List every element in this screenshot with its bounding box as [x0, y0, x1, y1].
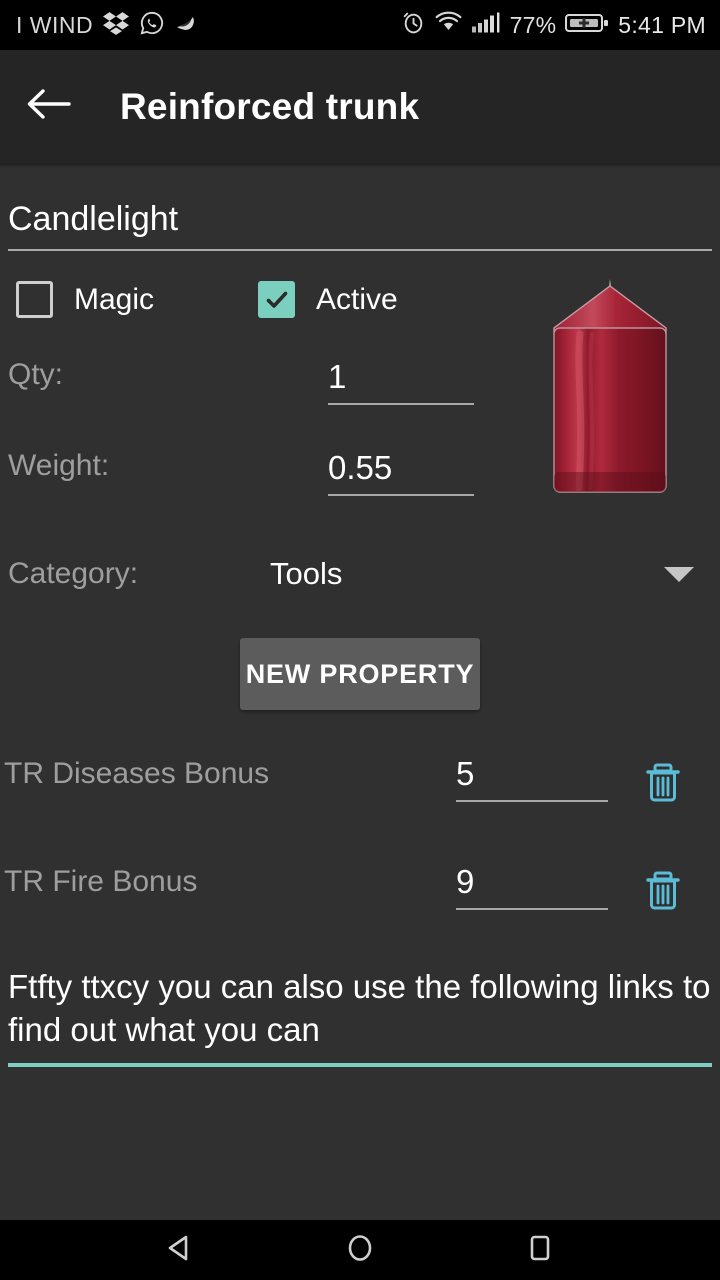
- delete-property-button[interactable]: [638, 755, 688, 812]
- weight-label: Weight:: [8, 449, 110, 482]
- swiftkey-icon: [175, 11, 203, 40]
- weight-row: Weight: 0.55: [8, 449, 488, 496]
- checkbox-checked-icon: [258, 281, 296, 318]
- nav-back-icon: [163, 1231, 197, 1270]
- status-bar-right: 77% 5:41 PM: [401, 10, 706, 40]
- checkbox-active-label: Active: [316, 282, 398, 316]
- app-screen: I WIND 77% 5:41 PM Reinforced trunk Cand…: [0, 0, 720, 1280]
- weight-value: 0.55: [328, 449, 393, 486]
- qty-label: Qty:: [8, 358, 64, 391]
- notes-underline-focused: [8, 1063, 712, 1067]
- delete-property-button[interactable]: [638, 863, 688, 920]
- checkbox-active[interactable]: Active: [258, 281, 398, 318]
- arrow-left-icon: [25, 85, 71, 128]
- item-name-value: Candlelight: [8, 200, 179, 238]
- new-property-button-label: NEW PROPERTY: [245, 658, 475, 689]
- checkbox-row: Magic Active: [16, 281, 398, 318]
- weight-input[interactable]: 0.55: [328, 449, 474, 496]
- nav-home-button[interactable]: [315, 1220, 405, 1280]
- trash-icon: [638, 871, 688, 919]
- app-toolbar: Reinforced trunk: [0, 50, 720, 163]
- item-form: Candlelight Magic Active Qty: 1 Weight: …: [0, 168, 720, 1220]
- chevron-down-icon[interactable]: [664, 566, 694, 582]
- qty-value: 1: [328, 358, 347, 395]
- battery-charging-icon: [565, 11, 609, 40]
- weight-underline: [328, 494, 474, 496]
- status-bar: I WIND 77% 5:41 PM: [0, 0, 720, 50]
- property-row: TR Diseases Bonus 5: [0, 755, 720, 812]
- dropbox-icon: [103, 10, 130, 41]
- property-row: TR Fire Bonus 9: [0, 863, 720, 920]
- checkbox-magic-label: Magic: [74, 282, 155, 316]
- property-name: TR Diseases Bonus: [4, 757, 270, 790]
- alarm-icon: [401, 10, 426, 40]
- nav-recents-button[interactable]: [495, 1220, 585, 1280]
- notes-value: Ftfty ttxcy you can also use the followi…: [8, 968, 711, 1048]
- checkbox-magic[interactable]: Magic: [16, 281, 154, 318]
- candle-image[interactable]: [535, 276, 685, 501]
- property-value: 5: [456, 755, 475, 792]
- property-name: TR Fire Bonus: [4, 865, 198, 898]
- qty-row: Qty: 1: [8, 358, 488, 405]
- property-value: 9: [456, 863, 475, 900]
- page-title: Reinforced trunk: [120, 85, 420, 127]
- property-value-underline: [456, 800, 608, 802]
- checkbox-unchecked-icon: [16, 281, 53, 318]
- trash-icon: [638, 763, 688, 811]
- signal-icon: [471, 10, 501, 40]
- android-nav-bar: [0, 1220, 720, 1280]
- carrier-label: I WIND: [16, 11, 94, 38]
- property-value-input[interactable]: 5: [456, 755, 608, 802]
- back-button[interactable]: [0, 50, 96, 163]
- property-value-input[interactable]: 9: [456, 863, 608, 910]
- nav-home-icon: [343, 1231, 377, 1270]
- status-bar-left: I WIND: [16, 10, 203, 41]
- property-value-underline: [456, 908, 608, 910]
- clock-label: 5:41 PM: [618, 11, 706, 38]
- item-name-underline: [8, 249, 712, 251]
- battery-percent-label: 77%: [509, 11, 557, 38]
- category-row[interactable]: Category: Tools: [8, 556, 712, 592]
- category-label: Category:: [8, 557, 139, 590]
- nav-recents-icon: [523, 1231, 557, 1270]
- notes-field[interactable]: Ftfty ttxcy you can also use the followi…: [8, 965, 712, 1067]
- item-name-field[interactable]: Candlelight: [8, 200, 712, 251]
- nav-back-button[interactable]: [135, 1220, 225, 1280]
- whatsapp-icon: [139, 10, 165, 41]
- category-value: Tools: [270, 556, 343, 591]
- qty-underline: [328, 403, 474, 405]
- qty-input[interactable]: 1: [328, 358, 474, 405]
- wifi-icon: [435, 10, 462, 40]
- new-property-button[interactable]: NEW PROPERTY: [240, 638, 480, 710]
